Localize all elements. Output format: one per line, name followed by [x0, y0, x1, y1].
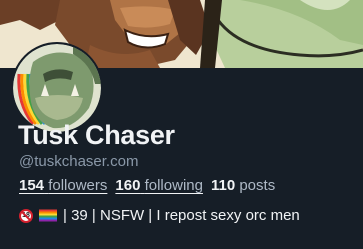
following-label: following — [144, 177, 203, 194]
bio-text: | 39 | NSFW | I repost sexy orc men — [63, 207, 300, 224]
posts-count: 110 — [210, 177, 236, 194]
handle: @tuskchaser.com — [19, 153, 139, 170]
posts-label: posts — [239, 177, 276, 194]
following-count: 160 — [115, 177, 141, 194]
followers-count: 154 — [19, 177, 45, 194]
bio: 18 | 39 | NSFW | I repost sexy orc men — [19, 207, 300, 224]
18-plus-icon: 18 — [19, 208, 33, 223]
display-name: Tusk Chaser — [18, 120, 175, 150]
rainbow-flag-icon — [39, 209, 57, 222]
avatar-image — [13, 44, 101, 132]
followers-link[interactable]: 154 followers — [19, 177, 107, 194]
following-link[interactable]: 160 following — [115, 177, 203, 194]
followers-label: followers — [48, 177, 108, 194]
profile-stats: 154 followers 160 following 110 posts — [19, 177, 275, 194]
posts-stat: 110 posts — [211, 177, 275, 194]
